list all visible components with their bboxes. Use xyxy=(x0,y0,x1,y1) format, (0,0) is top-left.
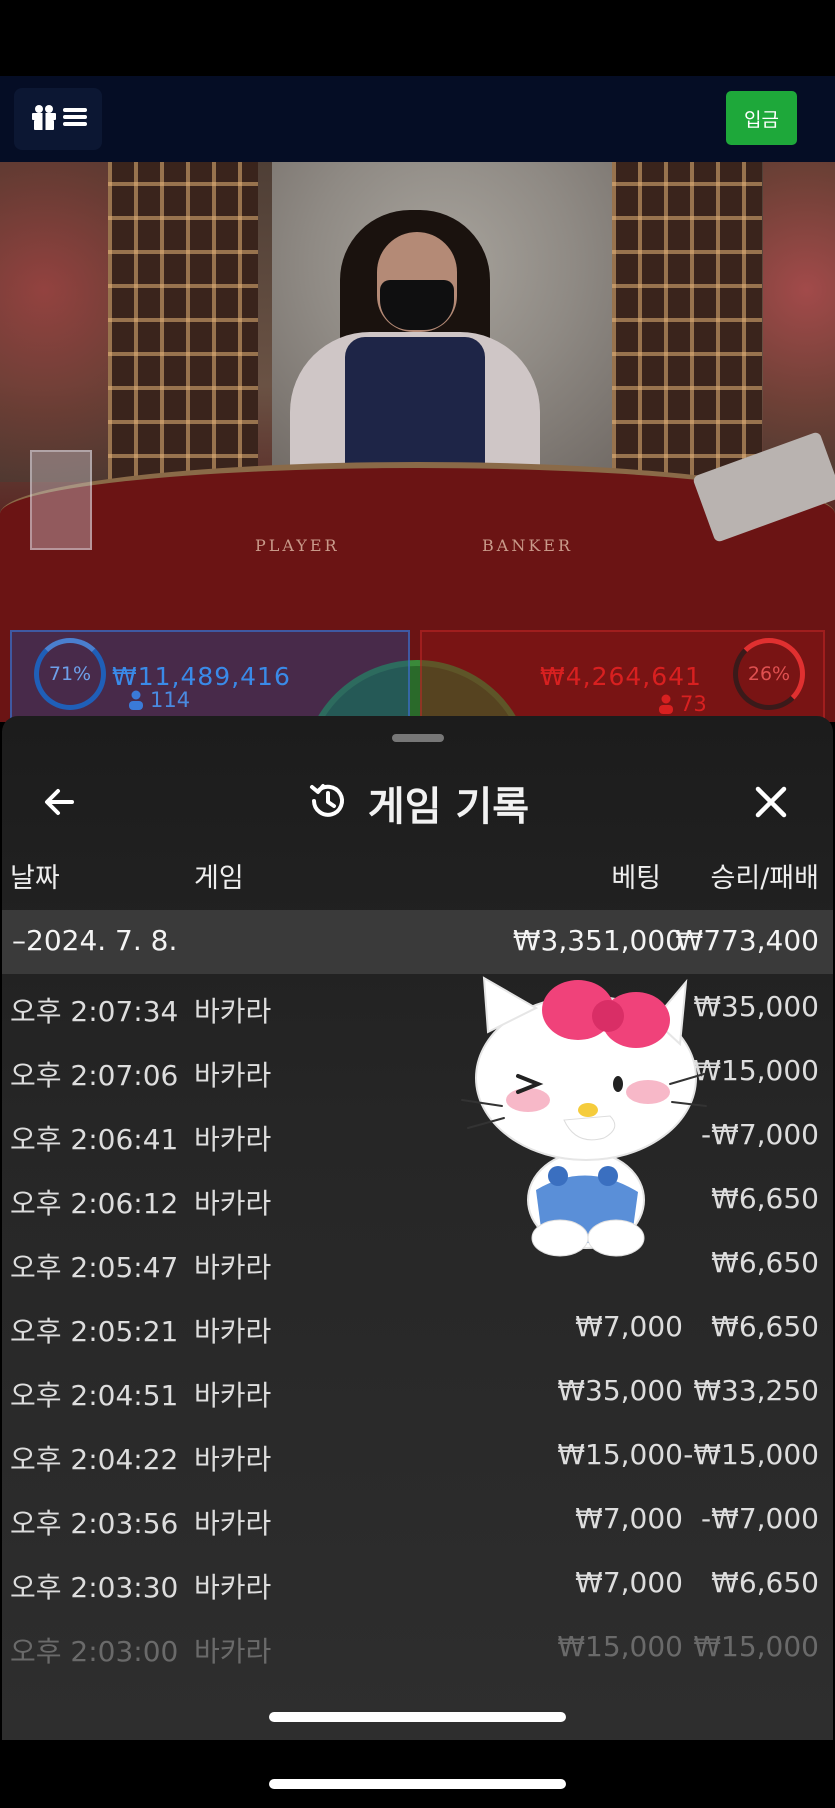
history-row[interactable]: 오후 2:04:51 바카라 ₩35,000 ₩33,250 xyxy=(2,1358,833,1422)
row-result: ₩6,650 xyxy=(711,1182,819,1215)
row-bet: ₩35,000 xyxy=(557,1374,683,1407)
column-header-date: 날짜 xyxy=(10,863,60,894)
row-result: ₩33,250 xyxy=(693,1374,819,1407)
history-row[interactable]: 오후 2:06:41 바카라 -₩7,000 xyxy=(2,1102,833,1166)
player-percent: 71% xyxy=(34,638,106,710)
top-bar: 입금 xyxy=(0,76,835,162)
gift-icon xyxy=(29,102,59,136)
row-bet: ₩15,000 xyxy=(557,1438,683,1471)
row-bet: ₩15,000 xyxy=(557,1630,683,1663)
row-bet: ₩7,000 xyxy=(575,1566,683,1599)
row-time: 오후 2:04:22 xyxy=(10,1443,179,1476)
table-label-banker: BANKER xyxy=(482,536,573,555)
row-game: 바카라 xyxy=(194,1571,272,1604)
close-button[interactable] xyxy=(749,780,793,824)
column-header-bet: 베팅 xyxy=(611,863,661,894)
history-row[interactable]: 오후 2:07:06 바카라 -₩15,000 xyxy=(2,1038,833,1102)
row-bet: ₩7,000 xyxy=(575,1310,683,1343)
row-time: 오후 2:05:47 xyxy=(10,1251,179,1284)
game-history-panel: 게임 기록 날짜 게임 베팅 승리/패배 –2024. 7. 8. ₩3,351… xyxy=(2,716,833,1740)
row-game: 바카라 xyxy=(194,1635,272,1668)
dealer-vest xyxy=(345,337,485,472)
row-game: 바카라 xyxy=(194,1059,272,1092)
column-header-result: 승리/패배 xyxy=(710,863,819,894)
banker-percent: 26% xyxy=(733,638,805,710)
history-row[interactable]: 오후 2:07:34 바카라 ₩35,000 xyxy=(2,974,833,1038)
history-row[interactable]: 오후 2:04:22 바카라 ₩15,000 -₩15,000 xyxy=(2,1422,833,1486)
row-game: 바카라 xyxy=(194,995,272,1028)
table-label-player: PLAYER xyxy=(255,536,340,555)
bottom-safe-area xyxy=(0,1740,835,1808)
home-indicator[interactable] xyxy=(269,1712,566,1722)
row-result: ₩6,650 xyxy=(711,1566,819,1599)
row-bet: ₩7,000 xyxy=(575,1502,683,1535)
banker-count: 73 xyxy=(680,692,707,716)
panel-title: 게임 기록 xyxy=(367,784,530,830)
hamburger-icon xyxy=(63,106,87,132)
row-game: 바카라 xyxy=(194,1187,272,1220)
row-game: 바카라 xyxy=(194,1443,272,1476)
dealer-mask xyxy=(380,280,454,330)
row-result: ₩15,000 xyxy=(693,1630,819,1663)
player-count: 114 xyxy=(150,688,191,712)
person-icon xyxy=(128,690,144,715)
row-time: 오후 2:06:41 xyxy=(10,1123,179,1156)
history-rows: 오후 2:07:34 바카라 ₩35,000 오후 2:07:06 바카라 -₩… xyxy=(2,974,833,1678)
row-result: ₩6,650 xyxy=(711,1310,819,1343)
close-icon xyxy=(749,786,793,828)
lattice-screen-left xyxy=(108,162,258,492)
discard-box xyxy=(30,450,92,550)
history-icon xyxy=(306,779,350,827)
row-game: 바카라 xyxy=(194,1315,272,1348)
player-amount: ₩11,489,416 xyxy=(112,662,291,691)
row-time: 오후 2:04:51 xyxy=(10,1379,179,1412)
banker-bet-stats: ₩4,264,641 73 26% xyxy=(420,630,825,722)
row-result: ₩35,000 xyxy=(693,990,819,1023)
banker-amount: ₩4,264,641 xyxy=(540,662,702,691)
row-result: ₩6,650 xyxy=(711,1246,819,1279)
menu-button[interactable] xyxy=(14,88,102,150)
row-time: 오후 2:03:00 xyxy=(10,1635,179,1668)
row-game: 바카라 xyxy=(194,1379,272,1412)
column-header-game: 게임 xyxy=(194,863,244,894)
row-result: -₩7,000 xyxy=(701,1118,819,1151)
deposit-button[interactable]: 입금 xyxy=(726,91,797,145)
panel-header: 게임 기록 xyxy=(2,760,833,842)
date-summary-row[interactable]: –2024. 7. 8. ₩3,351,000 ₩773,400 xyxy=(2,910,833,974)
history-row[interactable]: 오후 2:03:56 바카라 ₩7,000 -₩7,000 xyxy=(2,1486,833,1550)
history-row[interactable]: 오후 2:05:47 바카라 ₩6,650 xyxy=(2,1230,833,1294)
row-result: -₩15,000 xyxy=(683,1438,819,1471)
row-time: 오후 2:05:21 xyxy=(10,1315,179,1348)
background-painting xyxy=(0,162,110,482)
summary-date: –2024. 7. 8. xyxy=(12,924,178,957)
home-indicator[interactable] xyxy=(269,1779,566,1789)
row-time: 오후 2:07:34 xyxy=(10,995,179,1028)
row-time: 오후 2:06:12 xyxy=(10,1187,179,1220)
background-painting xyxy=(763,162,835,482)
row-time: 오후 2:03:30 xyxy=(10,1571,179,1604)
panel-title-wrap: 게임 기록 xyxy=(2,774,833,832)
summary-bet: ₩3,351,000 xyxy=(512,924,683,957)
row-game: 바카라 xyxy=(194,1123,272,1156)
row-time: 오후 2:07:06 xyxy=(10,1059,179,1092)
sheet-grabber[interactable] xyxy=(392,734,444,742)
row-game: 바카라 xyxy=(194,1251,272,1284)
history-row[interactable]: 오후 2:05:21 바카라 ₩7,000 ₩6,650 xyxy=(2,1294,833,1358)
summary-result: ₩773,400 xyxy=(675,924,819,957)
history-row[interactable]: 오후 2:03:00 바카라 ₩15,000 ₩15,000 xyxy=(2,1614,833,1678)
status-bar xyxy=(0,0,835,76)
player-bet-stats: 71% ₩11,489,416 114 xyxy=(10,630,410,722)
row-result: -₩7,000 xyxy=(701,1502,819,1535)
history-row[interactable]: 오후 2:06:12 바카라 ₩6,650 xyxy=(2,1166,833,1230)
row-time: 오후 2:03:56 xyxy=(10,1507,179,1540)
history-row[interactable]: 오후 2:03:30 바카라 ₩7,000 ₩6,650 xyxy=(2,1550,833,1614)
lattice-screen-right xyxy=(612,162,762,492)
row-game: 바카라 xyxy=(194,1507,272,1540)
cat-sticker-image xyxy=(458,960,708,1260)
